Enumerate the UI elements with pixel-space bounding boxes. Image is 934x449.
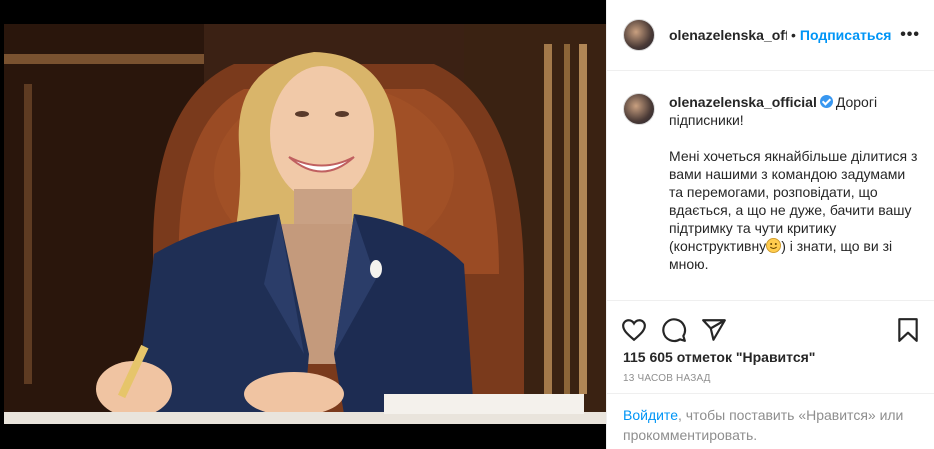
more-options-icon[interactable]: ••• [900, 26, 920, 44]
post-timestamp[interactable]: 13 ЧАСОВ НАЗАД [607, 373, 934, 384]
post-caption: olenazelenska_official Дорогі підписники!… [607, 71, 934, 273]
caption-avatar[interactable] [623, 93, 655, 125]
author-avatar[interactable] [623, 19, 655, 51]
caption-username[interactable]: olenazelenska_official [669, 94, 817, 110]
post-header: olenazelenska_offici • Подписаться ••• [607, 0, 934, 71]
photo-illustration [4, 24, 606, 424]
action-bar [607, 301, 934, 349]
login-link[interactable]: Войдите [623, 407, 678, 423]
heart-icon[interactable] [621, 317, 647, 343]
post-media[interactable] [0, 0, 606, 449]
comment-icon[interactable] [661, 317, 687, 343]
likes-count[interactable]: 115 605 отметок "Нравится" [607, 349, 934, 365]
caption-paragraph: Мені хочеться якнайбільше ділитися з вам… [669, 147, 918, 273]
author-username[interactable]: olenazelenska_offici [669, 27, 787, 43]
share-icon[interactable] [701, 317, 727, 343]
bookmark-icon[interactable] [895, 317, 921, 343]
caption-text: olenazelenska_official Дорогі підписники!… [669, 93, 918, 273]
post-sidebar: olenazelenska_offici • Подписаться ••• o… [606, 0, 934, 449]
post-photo[interactable] [4, 24, 606, 424]
post-actions-section: 115 605 отметок "Нравится" 13 ЧАСОВ НАЗА… [607, 300, 934, 384]
follow-button[interactable]: Подписаться [800, 27, 892, 43]
verified-badge-icon [819, 95, 833, 108]
header-separator: • [791, 27, 796, 43]
smiley-emoji-icon [766, 238, 782, 253]
login-prompt: Войдите, чтобы поставить «Нравится» или … [607, 393, 934, 445]
